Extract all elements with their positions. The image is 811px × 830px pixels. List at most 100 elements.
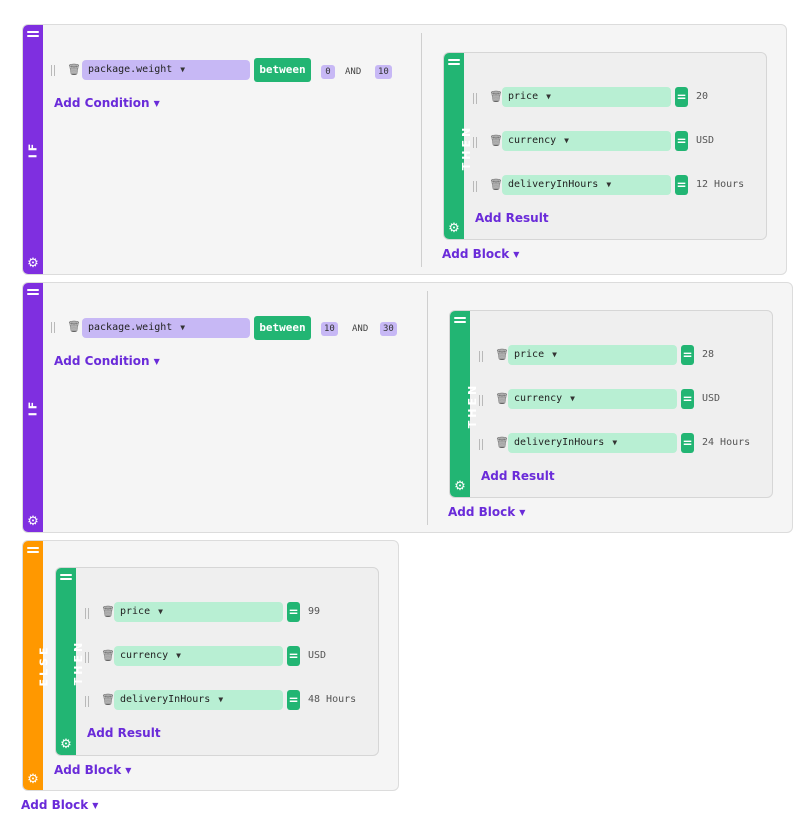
- add-block-button[interactable]: Add Block ▼: [54, 763, 131, 777]
- gear-icon[interactable]: ⚙: [453, 480, 467, 494]
- result-value[interactable]: USD: [308, 646, 326, 666]
- result-field-select[interactable]: currency ▼: [114, 646, 283, 666]
- result-value[interactable]: USD: [696, 131, 714, 151]
- drag-handle-icon[interactable]: [473, 181, 477, 192]
- then-side-bar: THEN ⚙: [450, 311, 479, 497]
- drag-handle-icon[interactable]: [473, 93, 477, 104]
- caret-down-icon: ▼: [176, 651, 181, 660]
- if-block-1: IF ⚙ 🗑 package.weight ▼ between 0 AND 10 …: [22, 24, 787, 275]
- drag-handle-icon[interactable]: [479, 351, 483, 362]
- result-field-select[interactable]: currency ▼: [502, 131, 671, 151]
- drag-handle-icon[interactable]: [27, 30, 39, 38]
- else-label: ELSE: [37, 644, 51, 687]
- caret-down-icon: ▼: [180, 323, 186, 332]
- gear-icon[interactable]: ⚙: [447, 222, 461, 236]
- result-value[interactable]: 12 Hours: [696, 175, 744, 195]
- add-result-button[interactable]: Add Result: [481, 469, 555, 483]
- caret-down-icon: ▼: [153, 357, 160, 366]
- result-field-select[interactable]: price ▼: [114, 602, 283, 622]
- gear-icon[interactable]: ⚙: [26, 257, 40, 271]
- gear-icon[interactable]: ⚙: [26, 773, 40, 787]
- min-value-input[interactable]: 10: [321, 322, 338, 336]
- result-field-select[interactable]: deliveryInHours ▼: [502, 175, 671, 195]
- caret-down-icon: ▼: [570, 394, 575, 403]
- add-block-button[interactable]: Add Block ▼: [442, 247, 519, 261]
- equals-sign: =: [675, 175, 688, 195]
- result-value[interactable]: 28: [702, 345, 714, 365]
- result-value[interactable]: 24 Hours: [702, 433, 750, 453]
- add-condition-button[interactable]: Add Condition ▼: [54, 96, 160, 110]
- result-value[interactable]: 99: [308, 602, 320, 622]
- drag-handle-icon[interactable]: [51, 322, 55, 333]
- trash-icon[interactable]: 🗑: [489, 179, 503, 191]
- operator-select[interactable]: between: [254, 316, 311, 340]
- result-field-select[interactable]: currency ▼: [508, 389, 677, 409]
- add-block-label: Add Block: [442, 247, 510, 261]
- caret-down-icon: ▼: [606, 180, 612, 189]
- result-field-label: currency: [508, 135, 557, 146]
- result-value[interactable]: 20: [696, 87, 708, 107]
- trash-icon[interactable]: 🗑: [489, 91, 503, 103]
- drag-handle-icon[interactable]: [85, 696, 89, 707]
- and-label: AND: [345, 67, 362, 77]
- trash-icon[interactable]: 🗑: [101, 606, 115, 618]
- drag-handle-icon[interactable]: [51, 65, 55, 76]
- and-label: AND: [352, 324, 369, 334]
- gear-icon[interactable]: ⚙: [59, 738, 73, 752]
- caret-down-icon: ▼: [519, 508, 526, 517]
- add-block-label: Add Block: [21, 798, 89, 812]
- trash-icon[interactable]: 🗑: [67, 64, 81, 76]
- else-side-bar: ELSE ⚙: [23, 541, 50, 790]
- trash-icon[interactable]: 🗑: [495, 393, 509, 405]
- operator-select[interactable]: between: [254, 58, 311, 82]
- result-field-label: deliveryInHours: [508, 179, 599, 190]
- drag-handle-icon[interactable]: [448, 58, 460, 66]
- result-field-select[interactable]: price ▼: [502, 87, 671, 107]
- drag-handle-icon[interactable]: [60, 573, 72, 581]
- then-block: THEN ⚙ 🗑 price ▼ = 99 🗑 currency ▼ = USD 🗑…: [55, 567, 379, 756]
- result-value[interactable]: 48 Hours: [308, 690, 356, 710]
- caret-down-icon: ▼: [513, 250, 520, 259]
- add-block-label: Add Block: [448, 505, 516, 519]
- else-block: ELSE ⚙ THEN ⚙ 🗑 price ▼ = 99 🗑 currency ▼ …: [22, 540, 399, 791]
- then-block: THEN ⚙ 🗑 price ▼ = 28 🗑 currency ▼ = USD 🗑…: [449, 310, 773, 498]
- trash-icon[interactable]: 🗑: [489, 135, 503, 147]
- condition-field-label: package.weight: [88, 322, 173, 333]
- result-field-select[interactable]: deliveryInHours ▼: [114, 690, 283, 710]
- trash-icon[interactable]: 🗑: [495, 349, 509, 361]
- add-result-button[interactable]: Add Result: [475, 211, 549, 225]
- drag-handle-icon[interactable]: [454, 316, 466, 324]
- caret-down-icon: ▼: [158, 607, 163, 616]
- trash-icon[interactable]: 🗑: [101, 650, 115, 662]
- result-field-label: currency: [514, 393, 563, 404]
- add-block-button[interactable]: Add Block ▼: [21, 798, 98, 812]
- trash-icon[interactable]: 🗑: [67, 321, 81, 333]
- result-field-select[interactable]: deliveryInHours ▼: [508, 433, 677, 453]
- drag-handle-icon[interactable]: [479, 395, 483, 406]
- drag-handle-icon[interactable]: [27, 546, 39, 554]
- result-value[interactable]: USD: [702, 389, 720, 409]
- add-block-button[interactable]: Add Block ▼: [448, 505, 525, 519]
- max-value-input[interactable]: 10: [375, 65, 392, 79]
- equals-sign: =: [681, 345, 694, 365]
- then-label: THEN: [72, 639, 86, 686]
- drag-handle-icon[interactable]: [85, 608, 89, 619]
- equals-sign: =: [675, 131, 688, 151]
- min-value-input[interactable]: 0: [321, 65, 335, 79]
- condition-field-select[interactable]: package.weight ▼: [82, 60, 250, 80]
- drag-handle-icon[interactable]: [27, 288, 39, 296]
- trash-icon[interactable]: 🗑: [495, 437, 509, 449]
- result-field-select[interactable]: price ▼: [508, 345, 677, 365]
- drag-handle-icon[interactable]: [85, 652, 89, 663]
- then-label: THEN: [460, 124, 474, 171]
- drag-handle-icon[interactable]: [473, 137, 477, 148]
- gear-icon[interactable]: ⚙: [26, 515, 40, 529]
- drag-handle-icon[interactable]: [479, 439, 483, 450]
- trash-icon[interactable]: 🗑: [101, 694, 115, 706]
- add-result-button[interactable]: Add Result: [87, 726, 161, 740]
- condition-field-select[interactable]: package.weight ▼: [82, 318, 250, 338]
- max-value-input[interactable]: 30: [380, 322, 397, 336]
- result-field-label: deliveryInHours: [514, 437, 605, 448]
- caret-down-icon: ▼: [125, 766, 132, 775]
- add-condition-button[interactable]: Add Condition ▼: [54, 354, 160, 368]
